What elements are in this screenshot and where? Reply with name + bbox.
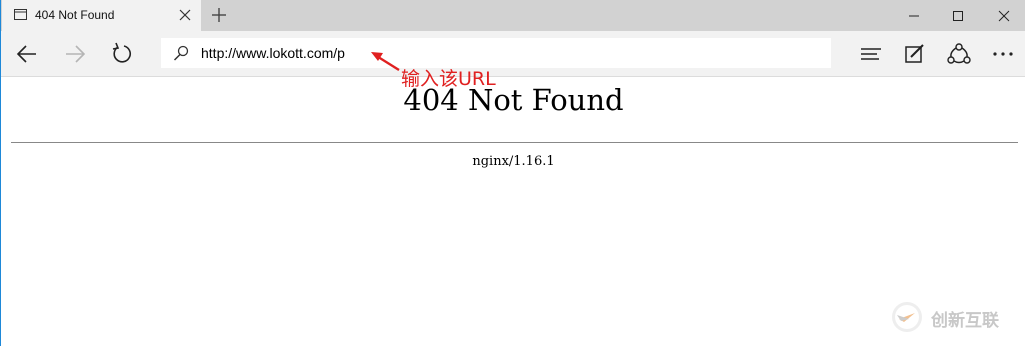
search-icon xyxy=(173,45,189,61)
refresh-icon[interactable] xyxy=(110,41,136,67)
close-window-icon[interactable] xyxy=(994,6,1014,26)
tab-title: 404 Not Found xyxy=(35,8,115,22)
web-note-icon[interactable] xyxy=(902,41,928,67)
watermark: 创新互联 xyxy=(889,300,1019,334)
share-icon[interactable] xyxy=(946,41,972,67)
divider xyxy=(11,142,1018,143)
maximize-icon[interactable] xyxy=(948,6,968,26)
more-icon[interactable] xyxy=(990,41,1016,67)
browser-window: 404 Not Found http://www.lokott.com/p 40… xyxy=(0,0,1025,346)
page-icon xyxy=(14,9,27,20)
page-content: 404 Not Found nginx/1.16.1 xyxy=(1,77,1025,346)
annotation-label: 输入该URL xyxy=(401,68,496,90)
watermark-text: 创新互联 xyxy=(931,311,999,331)
page-heading: 404 Not Found xyxy=(403,83,624,117)
url-text[interactable]: http://www.lokott.com/p xyxy=(201,45,345,61)
navigation-bar: http://www.lokott.com/p xyxy=(1,31,1025,77)
watermark-logo-icon xyxy=(892,302,922,332)
browser-tab[interactable]: 404 Not Found xyxy=(2,0,201,31)
minimize-icon[interactable] xyxy=(904,6,924,26)
server-signature: nginx/1.16.1 xyxy=(472,154,555,169)
close-tab-icon[interactable] xyxy=(178,8,192,22)
hub-icon[interactable] xyxy=(858,41,884,67)
forward-arrow-icon[interactable] xyxy=(62,41,88,67)
new-tab-plus-icon[interactable] xyxy=(211,7,227,23)
address-bar[interactable]: http://www.lokott.com/p xyxy=(161,38,831,68)
title-bar: 404 Not Found xyxy=(1,0,1025,31)
back-arrow-icon[interactable] xyxy=(14,41,40,67)
